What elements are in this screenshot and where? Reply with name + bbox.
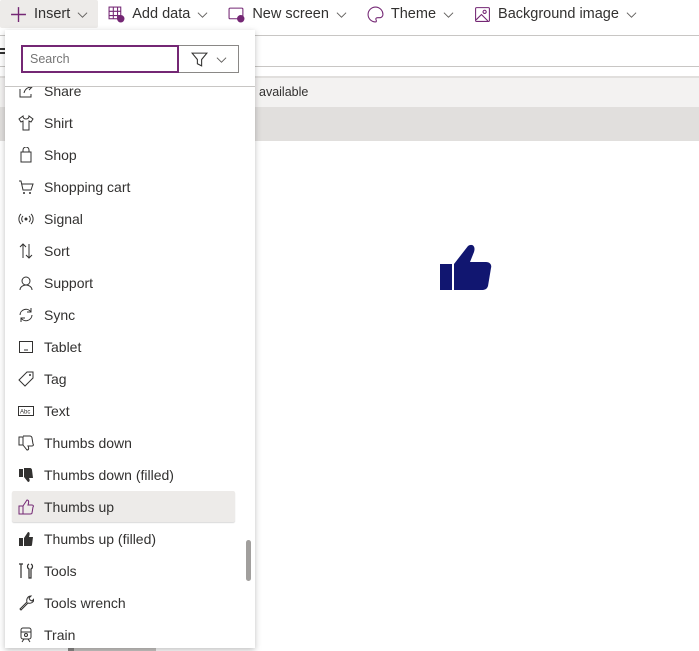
list-item-label: Shop [44,146,77,163]
list-item-label: Thumbs down (filled) [44,466,174,483]
image-icon [475,6,490,22]
list-item-shop[interactable]: Shop [12,139,235,170]
list-item-thumbs-up-filled[interactable]: Thumbs up (filled) [12,523,235,554]
filter-icon [190,52,208,67]
list-item-shopping-cart[interactable]: Shopping cart [12,171,235,202]
list-item-shirt[interactable]: Shirt [12,107,235,138]
list-item-tools[interactable]: Tools [12,555,235,586]
theme-button[interactable]: Theme [357,0,464,28]
list-item-train[interactable]: Train [12,619,235,648]
palette-icon [367,6,384,22]
list-item-signal[interactable]: Signal [12,203,235,234]
wrench-icon [19,594,34,611]
list-item-sync[interactable]: Sync [12,299,235,330]
background-image-label: Background image [498,6,619,22]
list-item-thumbs-down-filled[interactable]: Thumbs down (filled) [12,459,235,490]
add-data-label: Add data [132,6,191,22]
shopping-cart-icon [19,180,34,194]
list-item-text[interactable]: Abc Text [12,395,235,426]
chevron-down-icon [336,11,347,18]
thumbs-down-icon [18,435,34,451]
signal-icon [18,213,34,224]
tag-icon [18,371,34,387]
sync-icon [19,307,33,322]
insert-label: Insert [34,6,71,22]
thumbs-up-icon [18,498,34,514]
list-item-tools-wrench[interactable]: Tools wrench [12,587,235,618]
support-icon [19,276,33,290]
list-item-label: Share [44,87,82,99]
list-item-label: Tag [44,370,67,387]
chevron-down-icon [197,11,208,18]
train-icon [20,627,32,642]
thumbs-up-filled-icon [19,531,33,546]
list-item-share[interactable]: Share [12,87,235,106]
chevron-down-icon [443,11,454,18]
chevron-down-icon [77,11,88,18]
list-item-label: Signal [44,210,83,227]
list-item-support[interactable]: Support [12,267,235,298]
list-item-label: Support [44,274,94,291]
list-item-label: Text [44,402,70,419]
list-item-label: Thumbs down [44,434,132,451]
chevron-down-icon [216,56,226,63]
list-item-label: Train [44,626,76,643]
shirt-icon [18,114,34,130]
list-item-thumbs-down[interactable]: Thumbs down [12,427,235,458]
list-item-label: Sort [44,242,70,259]
insert-button[interactable]: Insert [0,0,99,28]
list-item-label: Thumbs up [44,498,115,515]
add-data-button[interactable]: Add data [98,0,218,28]
new-screen-icon [228,7,245,22]
command-bar: Insert Add data New screen Theme Backgro… [0,0,699,28]
list-item-label: Thumbs up (filled) [44,530,157,547]
tools-icon [19,562,34,579]
list-item-tablet[interactable]: Tablet [12,331,235,362]
list-item-thumbs-up[interactable]: Thumbs up [12,491,235,522]
theme-label: Theme [390,6,437,22]
list-item-label: Shirt [44,114,73,131]
list-item-tag[interactable]: Tag [12,363,235,394]
list-item-label: Shopping cart [44,178,131,195]
chevron-down-icon [626,11,637,18]
background-image-button[interactable]: Background image [464,0,647,28]
tablet-icon [19,340,33,353]
list-item-label: Tablet [44,338,82,355]
thumbs-down-filled-icon [19,467,33,482]
text-icon: Abc [18,405,34,416]
shop-icon [20,146,32,162]
share-icon [19,87,33,97]
scrollbar-thumb[interactable] [246,540,251,581]
icon-list: Share Shirt Shop Shopping cart Signal Sort Sup… [5,87,255,648]
plus-icon [11,6,26,22]
thumbs-up-filled-icon[interactable] [438,242,494,292]
list-item-label: Sync [44,306,76,323]
list-item-label: Tools [44,562,77,579]
status-text: available [259,85,309,99]
new-screen-button[interactable]: New screen [218,0,357,28]
table-add-icon [108,6,125,22]
list-item-sort[interactable]: Sort [12,235,235,266]
svg-text:Abc: Abc [20,409,30,415]
insert-icons-panel: Share Shirt Shop Shopping cart Signal Sort Sup… [5,30,255,648]
sort-icon [19,242,33,259]
filter-button[interactable] [179,45,239,73]
list-item-label: Tools wrench [44,594,126,611]
search-input[interactable] [21,45,179,73]
new-screen-label: New screen [252,6,329,22]
